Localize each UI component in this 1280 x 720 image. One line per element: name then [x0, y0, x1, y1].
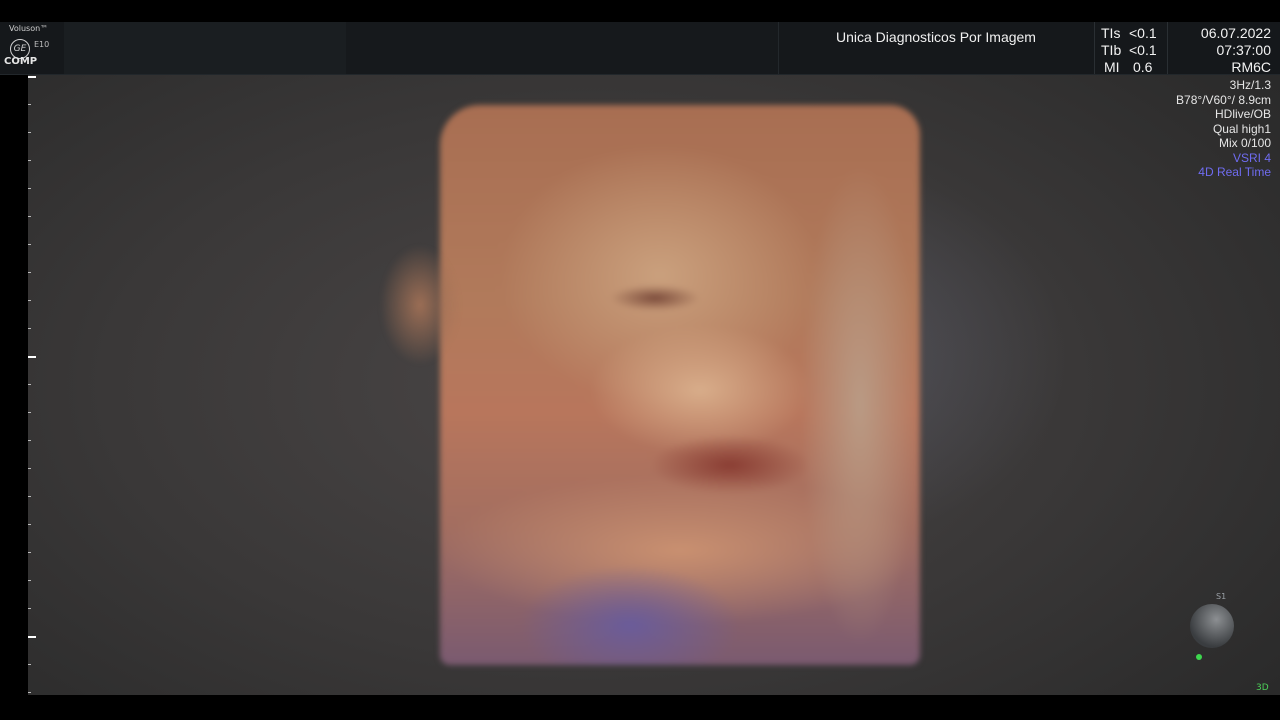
datetime-panel: 06.07.2022 07:37:00 RM6C — [1166, 22, 1280, 75]
index-label: TIs — [1101, 25, 1121, 41]
index-value: <0.1 — [1129, 42, 1157, 58]
volume-angles: B78°/V60°/ 8.9cm — [1176, 92, 1271, 107]
index-value: <0.1 — [1129, 25, 1157, 41]
ear-region — [380, 245, 460, 365]
institution-name: Unica Diagnosticos Por Imagem — [836, 29, 1036, 45]
logo-panel: Voluson™ GE E10 COMP — [0, 22, 65, 74]
render-mode: HDlive/OB — [1214, 107, 1271, 121]
header-field-empty — [64, 22, 347, 74]
mode-4d-real-time: 4D Real Time — [1198, 165, 1271, 179]
quality-setting: Qual high1 — [1212, 121, 1271, 136]
exam-time: 07:37:00 — [1216, 42, 1272, 58]
orientation-dot-icon — [1196, 654, 1202, 660]
orientation-marker[interactable]: S1 — [1186, 592, 1242, 662]
index-label: MI — [1104, 59, 1120, 75]
probe-name: RM6C — [1231, 59, 1271, 75]
vsri-setting: VSRI 4 — [1232, 150, 1271, 165]
frame-rate: 3Hz/1.3 — [1229, 78, 1271, 92]
top-status-bar: Voluson™ GE E10 COMP Unica Diagnosticos … — [0, 22, 1280, 75]
safety-indices: TIs <0.1 TIb <0.1 MI 0.6 — [1094, 22, 1168, 75]
orientation-globe-icon — [1190, 604, 1234, 648]
header-field-empty — [346, 22, 779, 74]
depth-scale — [28, 75, 36, 695]
mix-setting: Mix 0/100 — [1218, 136, 1271, 150]
model-label: E10 — [34, 40, 50, 49]
exam-date: 06.07.2022 — [1200, 25, 1271, 41]
comp-mode-label: COMP — [4, 56, 38, 67]
acquisition-parameters: 3Hz/1.3 B78°/V60°/ 8.9cm HDlive/OB Qual … — [1176, 78, 1271, 180]
ultrasound-4d-render[interactable] — [28, 75, 1280, 695]
mode-3d-badge: 3D — [1256, 683, 1269, 693]
orientation-label: S1 — [1216, 592, 1227, 601]
brand-label: Voluson™ — [9, 24, 49, 33]
index-label: TIb — [1101, 42, 1122, 58]
fetal-volume-render — [440, 105, 920, 665]
index-value: 0.6 — [1133, 59, 1153, 75]
